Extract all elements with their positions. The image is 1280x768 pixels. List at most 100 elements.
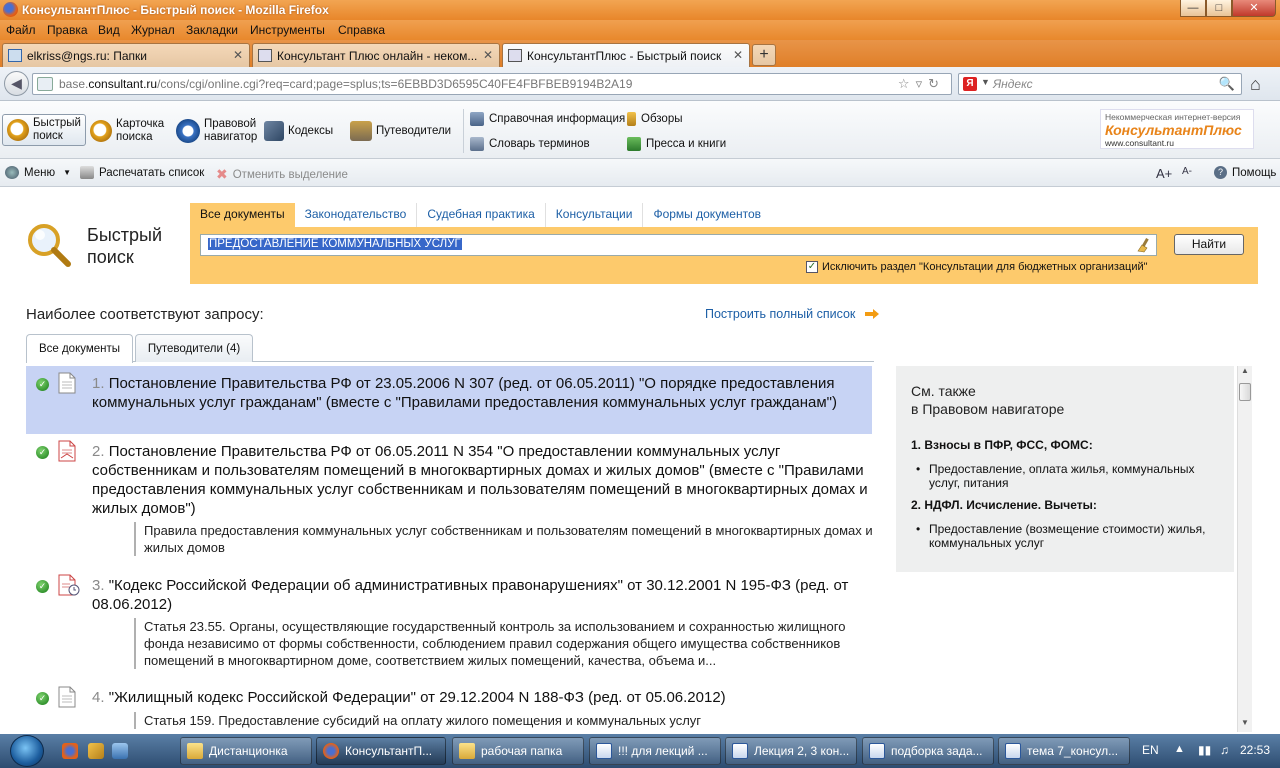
result-title[interactable]: 1. Постановление Правительства РФ от 23.… [92, 374, 868, 412]
browser-tab-mail[interactable]: elkriss@ngs.ru: Папки ✕ [2, 43, 250, 67]
find-button[interactable]: Найти [1174, 234, 1244, 255]
network-icon[interactable]: ▮▮ [1198, 743, 1211, 757]
close-tab-icon[interactable]: ✕ [733, 48, 743, 62]
taskbar-item-word[interactable]: подборка зада... [862, 737, 994, 765]
menu-history[interactable]: Журнал [131, 23, 175, 37]
tray-expand-icon[interactable]: ▲ [1174, 743, 1185, 755]
vertical-scrollbar[interactable]: ▲ ▼ [1237, 366, 1252, 732]
guides-button[interactable]: Путеводители [350, 111, 451, 151]
menu-dropdown-button[interactable]: Меню ▼ [5, 166, 71, 179]
search-go-icon[interactable]: 🔍 [1219, 76, 1235, 92]
help-button[interactable]: ? Помощь [1214, 166, 1276, 179]
print-list-button[interactable]: Распечатать список [80, 166, 204, 179]
scroll-down-icon[interactable]: ▼ [1238, 718, 1252, 732]
menu-file[interactable]: Файл [6, 23, 36, 37]
menu-view[interactable]: Вид [98, 23, 120, 37]
result-snippet[interactable]: Правила предоставления коммунальных услу… [134, 522, 872, 556]
result-item[interactable]: ✓ 4. "Жилищный кодекс Российской Федерац… [26, 680, 872, 732]
query-input[interactable]: ПРЕДОСТАВЛЕНИЕ КОММУНАЛЬНЫХ УСЛУГ [200, 234, 1157, 256]
dictionary-link[interactable]: Словарь терминов [470, 137, 590, 151]
clear-brush-icon[interactable] [1136, 237, 1152, 253]
language-indicator[interactable]: EN [1142, 743, 1159, 757]
scope-tab-document-forms[interactable]: Формы документов [643, 203, 771, 227]
menu-tools[interactable]: Инструменты [250, 23, 325, 37]
document-icon [58, 686, 76, 708]
taskbar-item-word[interactable]: тема 7_консул... [998, 737, 1130, 765]
window-controls: — □ ✕ [1180, 0, 1276, 17]
result-snippet[interactable]: Статья 159. Предоставление субсидий на о… [134, 712, 872, 729]
word-document-icon [869, 743, 885, 759]
results-tab-guides[interactable]: Путеводители (4) [135, 334, 253, 362]
codexes-button[interactable]: Кодексы [264, 111, 333, 151]
minimize-button[interactable]: — [1180, 0, 1206, 17]
home-icon[interactable]: ⌂ [1250, 74, 1261, 95]
scope-tab-consultations[interactable]: Консультации [546, 203, 644, 227]
browser-tab-quick-search[interactable]: КонсультантПлюс - Быстрый поиск ✕ [502, 43, 750, 67]
scope-tab-all[interactable]: Все документы [190, 203, 295, 227]
word-document-icon [732, 743, 748, 759]
quick-search-magnifier-icon [28, 224, 71, 267]
taskbar-item-firefox[interactable]: КонсультантП... [316, 737, 446, 765]
close-window-button[interactable]: ✕ [1232, 0, 1276, 17]
toolbar-button-label: Карточка поиска [116, 118, 165, 143]
build-full-list-link[interactable]: Построить полный список [705, 307, 880, 321]
reference-info-link[interactable]: Справочная информация [470, 112, 625, 126]
consultantplus-logo[interactable]: Некоммерческая интернет-версия Консульта… [1100, 109, 1254, 149]
scroll-up-icon[interactable]: ▲ [1238, 366, 1252, 380]
yandex-logo-icon[interactable]: Я [963, 77, 977, 91]
result-item[interactable]: ✓ 1. Постановление Правительства РФ от 2… [26, 366, 872, 434]
url-bar[interactable]: base.consultant.ru/cons/cgi/online.cgi?r… [32, 73, 952, 95]
font-smaller-button[interactable]: A- [1182, 166, 1192, 177]
taskbar-item-label: КонсультантП... [345, 744, 433, 758]
taskbar-item-folder[interactable]: Дистанционка [180, 737, 312, 765]
browser-tab-consultant-online[interactable]: Консультант Плюс онлайн - неком... ✕ [252, 43, 500, 67]
taskbar-item-word[interactable]: !!! для лекций ... [589, 737, 721, 765]
clock[interactable]: 22:53 [1240, 743, 1270, 757]
result-title[interactable]: 3. "Кодекс Российской Федерации об админ… [92, 576, 868, 614]
see-also-link[interactable]: Предоставление, оплата жилья, коммунальн… [916, 462, 1219, 490]
exclude-budget-consultations-checkbox[interactable]: ✓ Исключить раздел "Консультации для бюд… [806, 261, 1148, 273]
reviews-link[interactable]: Обзоры [627, 112, 682, 126]
maximize-button[interactable]: □ [1206, 0, 1232, 17]
result-title[interactable]: 4. "Жилищный кодекс Российской Федерации… [92, 688, 868, 707]
volume-icon[interactable]: ♫ [1220, 743, 1229, 757]
menu-help[interactable]: Справка [338, 23, 385, 37]
scope-tab-legislation[interactable]: Законодательство [295, 203, 418, 227]
taskbar-item-word[interactable]: Лекция 2, 3 кон... [725, 737, 857, 765]
result-item[interactable]: ✓ 3. "Кодекс Российской Федерации об адм… [26, 568, 872, 676]
legal-navigator-button[interactable]: Правовой навигатор [176, 111, 257, 151]
show-desktop-icon[interactable] [112, 743, 128, 759]
result-item[interactable]: ✓ 2. Постановление Правительства РФ от 0… [26, 434, 872, 564]
quick-search-button[interactable]: Быстрый поиск [2, 114, 86, 146]
toolbar-button-label: Быстрый поиск [33, 117, 81, 142]
app-quicklaunch-icon[interactable] [88, 743, 104, 759]
result-snippet[interactable]: Статья 23.55. Органы, осуществляющие гос… [134, 618, 872, 669]
menu-edit[interactable]: Правка [47, 23, 88, 37]
font-larger-button[interactable]: A+ [1156, 166, 1172, 181]
close-tab-icon[interactable]: ✕ [483, 48, 493, 62]
scroll-thumb[interactable] [1239, 383, 1251, 401]
close-tab-icon[interactable]: ✕ [233, 48, 243, 62]
checkbox-checked-icon[interactable]: ✓ [806, 261, 818, 273]
taskbar-item-folder[interactable]: рабочая папка [452, 737, 584, 765]
search-card-button[interactable]: Карточка поиска [90, 111, 164, 151]
site-identity-icon[interactable] [37, 77, 53, 91]
url-dropdown-icon[interactable]: ▿ [916, 76, 929, 91]
results-tab-all[interactable]: Все документы [26, 334, 133, 363]
start-button[interactable] [10, 735, 44, 767]
scope-tab-court-practice[interactable]: Судебная практика [417, 203, 546, 227]
new-tab-button[interactable]: + [752, 44, 776, 66]
result-title[interactable]: 2. Постановление Правительства РФ от 06.… [92, 442, 868, 518]
reload-icon[interactable]: ↻ [928, 76, 945, 91]
bookmark-star-icon[interactable]: ☆ [898, 76, 916, 91]
engine-dropdown-icon[interactable]: ▼ [981, 77, 990, 87]
web-search-box[interactable]: Я ▼ Яндекс 🔍 [958, 73, 1242, 95]
press-books-link[interactable]: Пресса и книги [627, 137, 726, 151]
browser-tab-strip: elkriss@ngs.ru: Папки ✕ Консультант Плюс… [0, 40, 1280, 67]
firefox-quicklaunch-icon[interactable] [62, 743, 78, 759]
clear-selection-button[interactable]: ✖ Отменить выделение [216, 166, 348, 183]
back-button[interactable]: ◀ [4, 71, 29, 96]
see-also-link[interactable]: Предоставление (возмещение стоимости) жи… [916, 522, 1219, 550]
menu-bookmarks[interactable]: Закладки [186, 23, 238, 37]
result-title-text: "Кодекс Российской Федерации об админист… [92, 577, 849, 613]
